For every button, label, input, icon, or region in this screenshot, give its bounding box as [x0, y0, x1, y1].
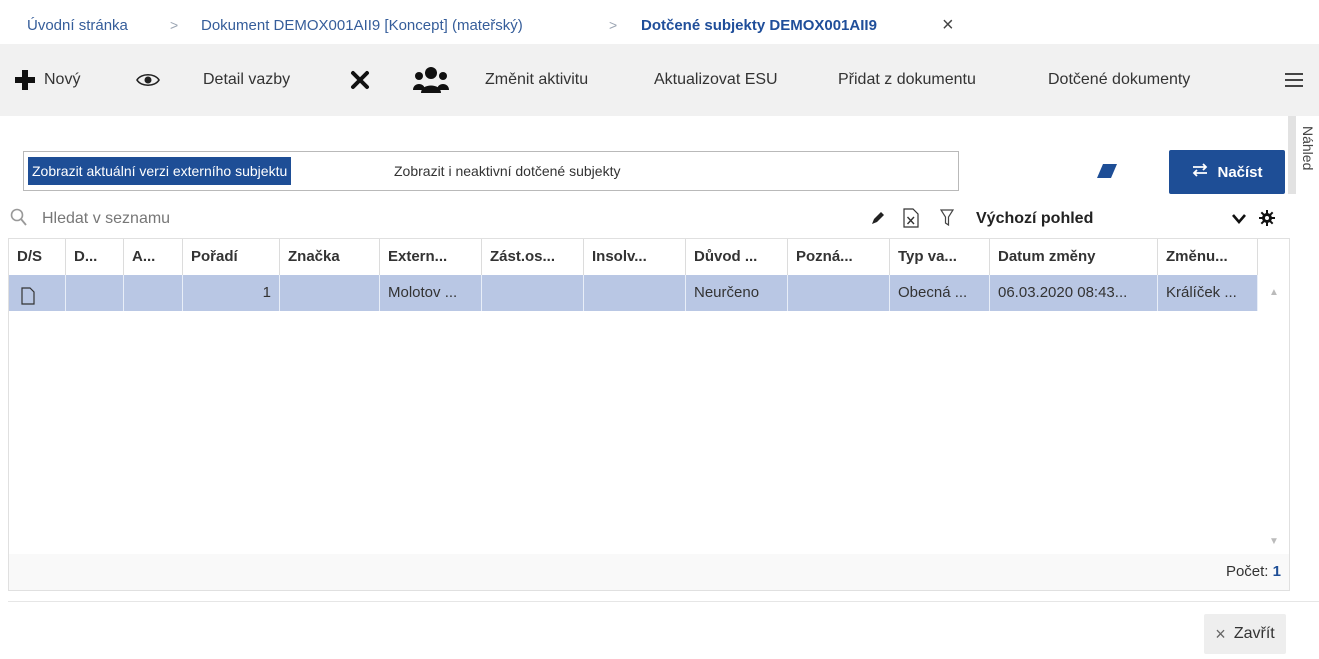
table-cell — [482, 275, 584, 311]
column-header[interactable]: D/S — [9, 239, 66, 275]
delete-x-icon — [350, 70, 370, 90]
eye-icon — [136, 72, 160, 88]
vertical-scrollbar[interactable]: ▲ ▼ — [1259, 275, 1288, 553]
column-header[interactable]: Pozná... — [788, 239, 890, 275]
breadcrumb-home-link[interactable]: Úvodní stránka — [27, 17, 128, 34]
detail-button[interactable]: Detail vazby — [203, 44, 290, 116]
column-header[interactable]: Změnu... — [1158, 239, 1258, 275]
column-header[interactable]: Extern... — [380, 239, 482, 275]
column-header[interactable]: Insolv... — [584, 239, 686, 275]
excel-export-icon[interactable] — [903, 208, 919, 233]
table-cell: 06.03.2020 08:43... — [990, 275, 1158, 311]
table-cell — [124, 275, 183, 311]
toolbar: Nový Detail vazby Změnit aktivitu Aktual… — [0, 44, 1319, 116]
filter-box: Zobrazit aktuální verzi externího subjek… — [23, 151, 959, 191]
row-count: Počet: 1 — [1225, 563, 1281, 580]
column-header[interactable]: Pořadí — [183, 239, 280, 275]
close-icon: × — [1215, 623, 1226, 644]
side-panel-strip — [1288, 116, 1296, 194]
menu-button[interactable] — [1285, 44, 1303, 116]
refresh-icon — [1191, 162, 1209, 182]
table-cell: Molotov ... — [380, 275, 482, 311]
column-header[interactable]: Datum změny — [990, 239, 1158, 275]
clear-filter-button[interactable] — [1095, 162, 1119, 185]
table-cell: Neurčeno — [686, 275, 788, 311]
table-cell — [584, 275, 686, 311]
table-cell: 1 — [183, 275, 280, 311]
table-cell — [66, 275, 124, 311]
change-activity-button[interactable]: Změnit aktivitu — [485, 44, 588, 116]
close-button[interactable]: × Zavřít — [1204, 614, 1286, 654]
table-cell — [788, 275, 890, 311]
close-tab-icon[interactable]: × — [942, 14, 954, 37]
table-row[interactable]: 1 Molotov ... Neurčeno Obecná ... 06.03.… — [9, 275, 1258, 311]
breadcrumb-separator: > — [170, 17, 179, 33]
plus-icon — [14, 69, 36, 91]
hamburger-icon — [1285, 73, 1303, 87]
scroll-down-icon[interactable]: ▼ — [1269, 536, 1279, 547]
column-header[interactable]: A... — [124, 239, 183, 275]
filter-inactive-subjects[interactable]: Zobrazit i neaktivní dotčené subjekty — [390, 157, 624, 185]
add-from-document-button[interactable]: Přidat z dokumentu — [838, 44, 976, 116]
load-button-label: Načíst — [1217, 163, 1263, 181]
document-icon — [21, 283, 35, 311]
column-header[interactable]: Typ va... — [890, 239, 990, 275]
column-header[interactable]: Zást.os... — [482, 239, 584, 275]
filter-current-version[interactable]: Zobrazit aktuální verzi externího subjek… — [28, 157, 292, 185]
close-button-label: Zavřít — [1233, 625, 1275, 642]
delete-button[interactable] — [350, 44, 370, 116]
filter-icon[interactable] — [939, 209, 955, 232]
new-button[interactable]: Nový — [14, 44, 80, 116]
column-header[interactable]: Důvod ... — [686, 239, 788, 275]
preview-button[interactable] — [136, 44, 160, 116]
eraser-icon — [1095, 164, 1119, 184]
table-cell: Králíček ... — [1158, 275, 1258, 311]
grid-footer: Počet: 1 — [8, 554, 1290, 591]
breadcrumb-document-link[interactable]: Dokument DEMOX001AII9 [Koncept] (mateřsk… — [201, 17, 523, 34]
table-cell: Obecná ... — [890, 275, 990, 311]
chevron-down-icon[interactable] — [1231, 212, 1247, 230]
document-icon-cell — [9, 275, 66, 311]
breadcrumb-current: Dotčené subjekty DEMOX001AII9 — [641, 17, 877, 34]
data-grid: D/S D... A... Pořadí Značka Extern... Zá… — [8, 238, 1290, 556]
breadcrumb: Úvodní stránka > Dokument DEMOX001AII9 [… — [0, 0, 1319, 44]
view-selector-label[interactable]: Výchozí pohled — [976, 210, 1093, 228]
divider — [8, 601, 1319, 602]
affected-documents-button[interactable]: Dotčené dokumenty — [1048, 44, 1190, 116]
breadcrumb-separator: > — [609, 17, 618, 33]
load-button[interactable]: Načíst — [1169, 150, 1285, 194]
search-icon — [10, 207, 28, 232]
update-esu-button[interactable]: Aktualizovat ESU — [654, 44, 778, 116]
column-header[interactable]: D... — [66, 239, 124, 275]
column-header[interactable]: Značka — [280, 239, 380, 275]
group-button[interactable] — [413, 44, 449, 116]
search-input[interactable] — [34, 204, 330, 234]
preview-side-label[interactable]: Náhled — [1300, 126, 1316, 186]
pencil-icon[interactable] — [870, 210, 886, 231]
users-icon — [413, 66, 449, 94]
preview-side-panel[interactable]: Náhled — [1288, 116, 1319, 556]
row-count-value: 1 — [1272, 563, 1281, 580]
table-cell — [280, 275, 380, 311]
scroll-up-icon[interactable]: ▲ — [1269, 287, 1279, 298]
gear-icon[interactable] — [1259, 210, 1275, 231]
new-button-label: Nový — [44, 71, 81, 88]
